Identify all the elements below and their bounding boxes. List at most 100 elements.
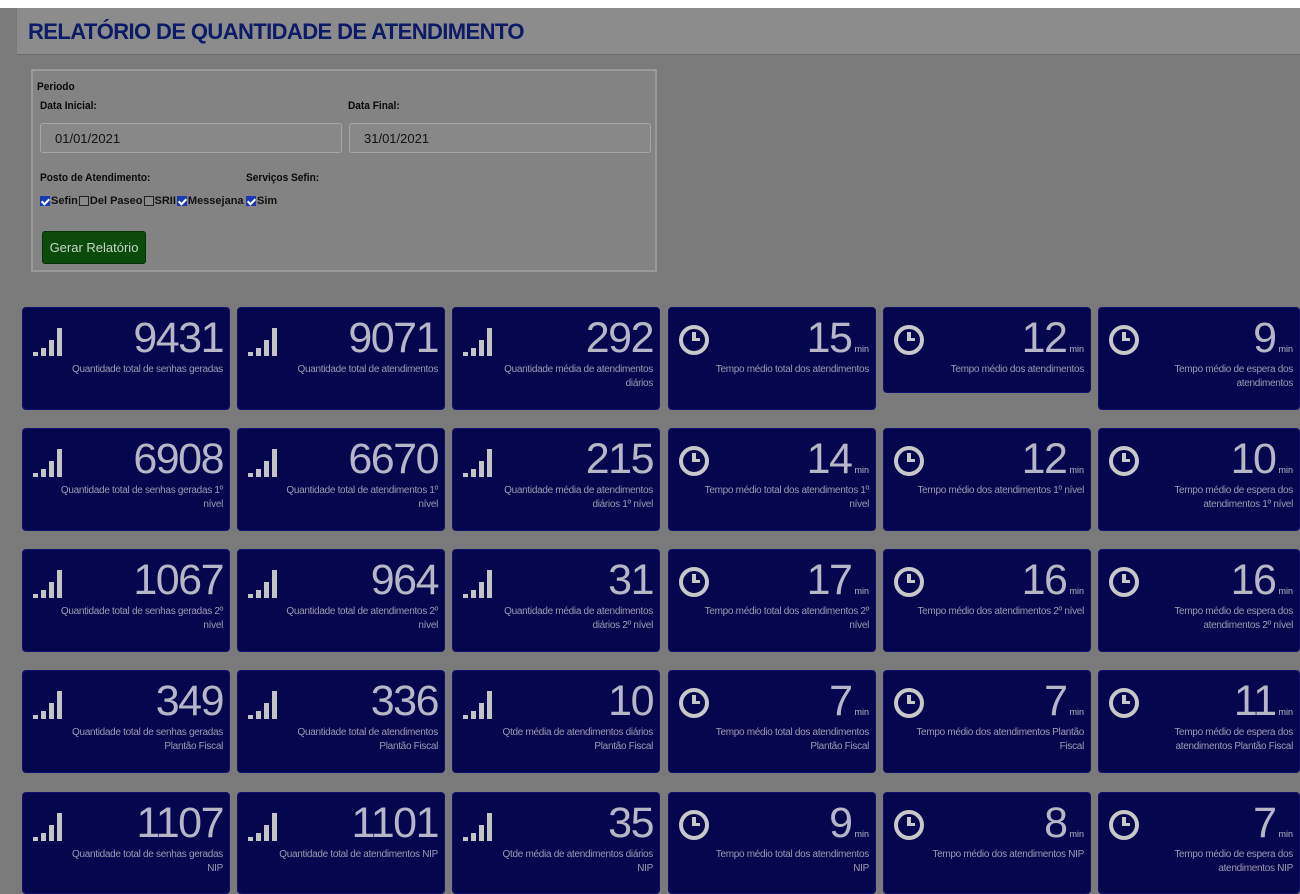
metric-number: 336	[370, 677, 440, 725]
metric-value: 215	[585, 435, 655, 483]
bar-chart-icon	[248, 568, 284, 598]
metric-card: 1067 Quantidade total de senhas geradas 2…	[22, 549, 230, 652]
metric-card: 15 min Tempo médio total dos atendimentos	[668, 307, 876, 410]
metric-card: 35 Qtde média de atendimentos diários NIP	[452, 792, 660, 894]
metric-number: 9071	[348, 314, 439, 362]
metric-number: 12	[1021, 314, 1068, 362]
clock-icon	[894, 810, 924, 840]
metric-card: 31 Quantidade média de atendimentos diári…	[452, 549, 660, 652]
metric-unit: min	[1069, 465, 1084, 475]
metric-card: 16 min Tempo médio de espera dos atendimen…	[1098, 549, 1300, 652]
metric-description: Qtde média de atendimentos diários Plant…	[502, 727, 654, 752]
metric-number: 9	[829, 799, 853, 847]
metric-description: Quantidade total de senhas geradas 1º ní…	[60, 485, 223, 510]
metric-card: 7 min Tempo médio de espera dos atendiment…	[1098, 792, 1300, 894]
metric-unit: min	[854, 344, 869, 354]
page-header: RELATÓRIO DE QUANTIDADE DE ATENDIMENTO	[17, 8, 1300, 55]
metric-value: 964	[370, 556, 440, 604]
metric-number: 35	[608, 799, 654, 847]
metric-number: 7	[829, 677, 853, 725]
top-border	[0, 0, 1300, 8]
metric-description: Tempo médio dos atendimentos NIP	[932, 849, 1084, 860]
metric-card: 9431 Quantidade total de senhas geradas	[22, 307, 230, 410]
end-date-input[interactable]	[349, 123, 651, 153]
metric-description: Tempo médio dos atendimentos Plantão Fis…	[916, 727, 1084, 752]
metric-description: Tempo médio dos atendimentos	[950, 364, 1085, 375]
posto-checkbox-del-paseo[interactable]	[78, 196, 89, 206]
posto-label: Posto de Atendimento:	[40, 172, 151, 184]
metric-unit: min	[1278, 829, 1293, 839]
metric-number: 964	[370, 556, 440, 604]
generate-report-button[interactable]: Gerar Relatório	[42, 231, 146, 264]
metric-description: Tempo médio de espera dos atendimentos 2…	[1174, 606, 1293, 631]
clock-icon	[1109, 810, 1139, 840]
bar-chart-icon	[33, 689, 69, 719]
metric-value: 15 min	[807, 317, 869, 360]
metric-card: 9 min Tempo médio de espera dos atendiment…	[1098, 307, 1300, 410]
bar-chart-icon	[248, 689, 284, 719]
metric-card: 1107 Quantidade total de senhas geradas N…	[22, 792, 230, 894]
metric-value: 35	[608, 799, 654, 847]
metric-unit: min	[854, 707, 869, 717]
posto-checkbox-srii[interactable]	[143, 196, 154, 206]
metric-value: 9071	[348, 314, 439, 362]
metric-number: 349	[155, 677, 225, 725]
metric-number: 12	[1021, 435, 1068, 483]
clock-icon	[1109, 688, 1139, 718]
metric-description: Tempo médio de espera dos atendimentos	[1174, 364, 1293, 389]
metric-value: 14 min	[807, 438, 869, 481]
metric-value: 8 min	[1044, 802, 1084, 845]
metric-value: 16 min	[1022, 559, 1084, 602]
metric-number: 1101	[351, 799, 440, 847]
metric-value: 7 min	[1044, 680, 1084, 723]
metric-number: 6908	[133, 435, 224, 483]
bar-chart-icon	[33, 568, 69, 598]
metric-card: 11 min Tempo médio de espera dos atendimen…	[1098, 670, 1300, 773]
clock-icon	[1109, 446, 1139, 476]
servicos-checkbox-group: Sim	[246, 195, 278, 207]
metric-number: 6670	[348, 435, 439, 483]
metric-card: 6908 Quantidade total de senhas geradas 1…	[22, 428, 230, 531]
start-date-input[interactable]	[40, 123, 342, 153]
metric-value: 16 min	[1231, 559, 1293, 602]
metric-value: 1101	[351, 799, 440, 847]
metric-description: Quantidade média de atendimentos diários	[504, 364, 653, 389]
filter-panel: Periodo Data Inicial: Data Final: Posto …	[31, 69, 657, 272]
metric-description: Quantidade média de atendimentos diários…	[504, 485, 653, 510]
metric-number: 10	[1230, 435, 1277, 483]
metric-description: Quantidade total de senhas geradas	[71, 364, 223, 375]
servicos-label: Serviços Sefin:	[246, 172, 320, 184]
clock-icon	[894, 325, 924, 355]
metric-number: 7	[1044, 677, 1068, 725]
metric-description: Tempo médio total dos atendimentos 1º ní…	[704, 485, 870, 510]
metric-card: 9071 Quantidade total de atendimentos	[237, 307, 445, 410]
posto-checkbox-sefin[interactable]	[40, 196, 50, 206]
metric-description: Quantidade total de atendimentos 1º níve…	[286, 485, 438, 510]
metric-card: 7 min Tempo médio total dos atendimentos P…	[668, 670, 876, 773]
metric-card: 10 Qtde média de atendimentos diários Pla…	[452, 670, 660, 773]
clock-icon	[894, 688, 924, 718]
metric-description: Quantidade média de atendimentos diários…	[504, 606, 653, 631]
metric-value: 1067	[133, 556, 224, 604]
metric-unit: min	[1278, 707, 1293, 717]
end-date-label: Data Final:	[348, 100, 400, 112]
metric-card: 12 min Tempo médio dos atendimentos 1º nív…	[883, 428, 1091, 531]
metric-description: Quantidade total de atendimentos	[297, 364, 438, 375]
posto-checkbox-label: Messejana	[187, 195, 244, 207]
metric-unit: min	[1278, 344, 1293, 354]
start-date-label: Data Inicial:	[40, 100, 97, 112]
metric-card: 12 min Tempo médio dos atendimentos	[883, 307, 1091, 393]
metric-value: 9431	[133, 317, 224, 360]
posto-checkbox-messejana[interactable]	[176, 196, 187, 206]
period-label: Periodo	[37, 81, 75, 93]
bar-chart-icon	[463, 568, 499, 598]
metric-unit: min	[1069, 344, 1084, 354]
metric-unit: min	[1069, 829, 1084, 839]
servicos-checkbox-label: Sim	[257, 195, 278, 207]
metric-number: 9	[1253, 314, 1277, 362]
servicos-checkbox-sim[interactable]	[246, 196, 256, 206]
clock-icon	[1109, 325, 1139, 355]
metric-number: 1067	[133, 556, 224, 604]
metric-number: 215	[585, 435, 655, 483]
clock-icon	[894, 446, 924, 476]
